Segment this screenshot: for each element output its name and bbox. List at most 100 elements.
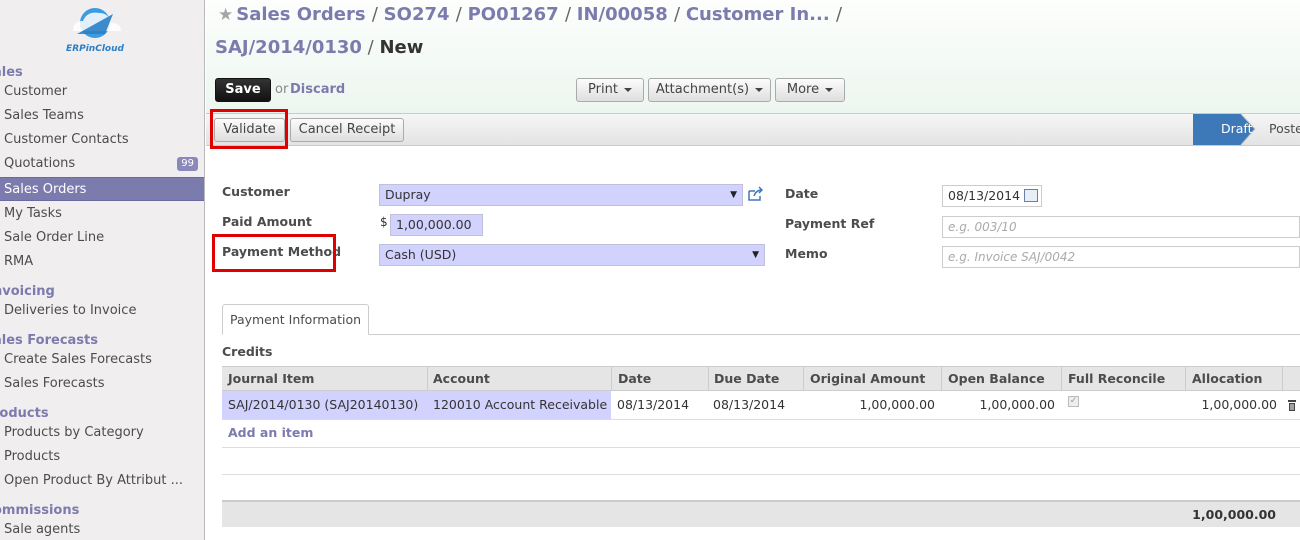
cell-original-amount: 1,00,000.00	[859, 397, 935, 412]
payment-method-select[interactable]: Cash (USD) ▼	[379, 244, 765, 266]
col-account[interactable]: Account	[433, 371, 490, 386]
col-divider	[611, 367, 612, 390]
sidebar-item-sales-orders[interactable]: Sales Orders	[0, 177, 204, 201]
sidebar-item-open-product-by-attribute[interactable]: Open Product By Attribut ...	[0, 469, 204, 493]
save-button[interactable]: Save	[215, 78, 271, 102]
logo-text: ERPinCloud	[66, 44, 124, 54]
sidebar-item-sale-agents[interactable]: Sale agents	[0, 518, 204, 540]
memo-input[interactable]: e.g. Invoice SAJ/0042	[942, 246, 1300, 268]
payment-method-value: Cash (USD)	[385, 247, 457, 262]
col-journal-item[interactable]: Journal Item	[228, 371, 314, 386]
date-input[interactable]: 08/13/2014	[942, 185, 1042, 207]
sidebar-item-sales-teams[interactable]: Sales Teams	[0, 104, 204, 128]
col-original-amount[interactable]: Original Amount	[810, 371, 925, 386]
sidebar-item-create-sales-forecasts[interactable]: Create Sales Forecasts	[0, 348, 204, 372]
sidebar-item-sales-forecasts[interactable]: Sales Forecasts	[0, 372, 204, 396]
sidebar-item-rma[interactable]: RMA	[0, 250, 204, 274]
breadcrumb-line-2: SAJ/2014/0130 / New	[215, 37, 423, 58]
main-content: ★ Sales Orders / SO274 / PO01267 / IN/000…	[206, 0, 1300, 540]
breadcrumb-in00058[interactable]: IN/00058	[577, 4, 668, 25]
date-label: Date	[785, 186, 819, 201]
sidebar-section-sales[interactable]: ales	[0, 65, 23, 80]
currency-symbol: $	[380, 215, 388, 229]
payment-ref-placeholder: e.g. 003/10	[948, 220, 1017, 234]
more-label: More	[786, 82, 820, 97]
erpincloud-logo: ERPinCloud	[55, 4, 135, 56]
print-label: Print	[588, 82, 618, 97]
col-divider	[708, 367, 709, 390]
star-icon[interactable]: ★	[218, 5, 233, 25]
col-open-balance[interactable]: Open Balance	[948, 371, 1045, 386]
or-text: or	[275, 82, 289, 97]
sidebar-item-label: Quotations	[4, 156, 76, 171]
sidebar-item-quotations[interactable]: Quotations 99	[0, 152, 204, 176]
attachments-button[interactable]: Attachment(s)	[648, 78, 771, 102]
paid-amount-input[interactable]: 1,00,000.00	[390, 214, 483, 236]
more-button[interactable]: More	[775, 78, 845, 102]
col-due-date[interactable]: Due Date	[714, 371, 779, 386]
tab-payment-information[interactable]: Payment Information	[222, 304, 369, 335]
dropdown-arrow-icon: ▼	[752, 250, 759, 260]
sidebar-item-my-tasks[interactable]: My Tasks	[0, 202, 204, 226]
cell-allocation[interactable]: 1,00,000.00	[1185, 397, 1277, 412]
cell-open-balance: 1,00,000.00	[979, 397, 1055, 412]
cell-due-date: 08/13/2014	[713, 397, 786, 412]
credits-title: Credits	[222, 344, 273, 359]
allocation-total: 1,00,000.00	[1192, 507, 1276, 522]
breadcrumb-sales-orders[interactable]: Sales Orders	[236, 4, 365, 25]
add-item-link[interactable]: Add an item	[228, 425, 313, 440]
breadcrumb-separator: /	[835, 4, 843, 25]
memo-placeholder: e.g. Invoice SAJ/0042	[948, 250, 1076, 264]
breadcrumb-customer-invoice[interactable]: Customer In...	[686, 4, 830, 25]
sidebar-item-customer[interactable]: Customer	[0, 80, 204, 104]
external-link-icon[interactable]	[747, 186, 765, 202]
state-draft[interactable]: Draft	[1221, 121, 1253, 136]
trash-icon[interactable]	[1287, 399, 1297, 412]
col-date[interactable]: Date	[618, 371, 651, 386]
chevron-down-icon	[825, 87, 834, 92]
dropdown-arrow-icon: ▼	[730, 190, 737, 200]
form-header: ★ Sales Orders / SO274 / PO01267 / IN/000…	[206, 0, 1300, 113]
sidebar-item-products[interactable]: Products	[0, 445, 204, 469]
paid-amount-label: Paid Amount	[222, 214, 312, 229]
breadcrumb-saj-2014-0130[interactable]: SAJ/2014/0130	[215, 37, 362, 58]
cell-account[interactable]: 120010 Account Receivable	[433, 397, 607, 412]
sidebar-section-invoicing[interactable]: nvoicing	[0, 284, 55, 299]
sidebar-item-sale-order-line[interactable]: Sale Order Line	[0, 226, 204, 250]
row-divider	[222, 447, 1300, 448]
cancel-receipt-button[interactable]: Cancel Receipt	[290, 118, 404, 142]
col-full-reconcile[interactable]: Full Reconcile	[1068, 371, 1165, 386]
breadcrumb-separator: /	[455, 4, 468, 25]
col-divider	[941, 367, 942, 390]
col-allocation[interactable]: Allocation	[1192, 371, 1262, 386]
chevron-down-icon	[755, 87, 764, 92]
sidebar-item-deliveries-to-invoice[interactable]: Deliveries to Invoice	[0, 299, 204, 323]
date-value: 08/13/2014	[948, 188, 1021, 203]
full-reconcile-checkbox[interactable]: ✓	[1068, 396, 1079, 407]
sidebar-item-customer-contacts[interactable]: Customer Contacts	[0, 128, 204, 152]
col-divider	[1185, 367, 1186, 390]
breadcrumb: ★ Sales Orders / SO274 / PO01267 / IN/000…	[218, 4, 842, 25]
print-button[interactable]: Print	[576, 78, 644, 102]
sidebar-section-commissions[interactable]: ommissions	[0, 503, 79, 518]
sidebar-item-products-by-category[interactable]: Products by Category	[0, 421, 204, 445]
breadcrumb-so274[interactable]: SO274	[384, 4, 450, 25]
sidebar-section-products[interactable]: roducts	[0, 406, 49, 421]
discard-button[interactable]: Discard	[290, 82, 345, 97]
state-posted[interactable]: Poste	[1269, 121, 1300, 136]
tab-divider	[222, 334, 1300, 335]
cell-journal-item[interactable]: SAJ/2014/0130 (SAJ20140130)	[228, 397, 418, 412]
customer-select[interactable]: Dupray ▼	[379, 184, 743, 206]
breadcrumb-separator: /	[361, 37, 380, 58]
col-divider	[1061, 367, 1062, 390]
memo-label: Memo	[785, 246, 828, 261]
breadcrumb-current: New	[379, 37, 424, 58]
sidebar-section-sales-forecasts[interactable]: ales Forecasts	[0, 333, 98, 348]
table-footer	[222, 500, 1300, 527]
payment-ref-label: Payment Ref	[785, 216, 875, 231]
payment-ref-input[interactable]: e.g. 003/10	[942, 216, 1300, 238]
breadcrumb-po01267[interactable]: PO01267	[468, 4, 559, 25]
attachments-label: Attachment(s)	[655, 82, 750, 97]
calendar-icon[interactable]	[1024, 189, 1038, 202]
chevron-down-icon	[623, 87, 632, 92]
